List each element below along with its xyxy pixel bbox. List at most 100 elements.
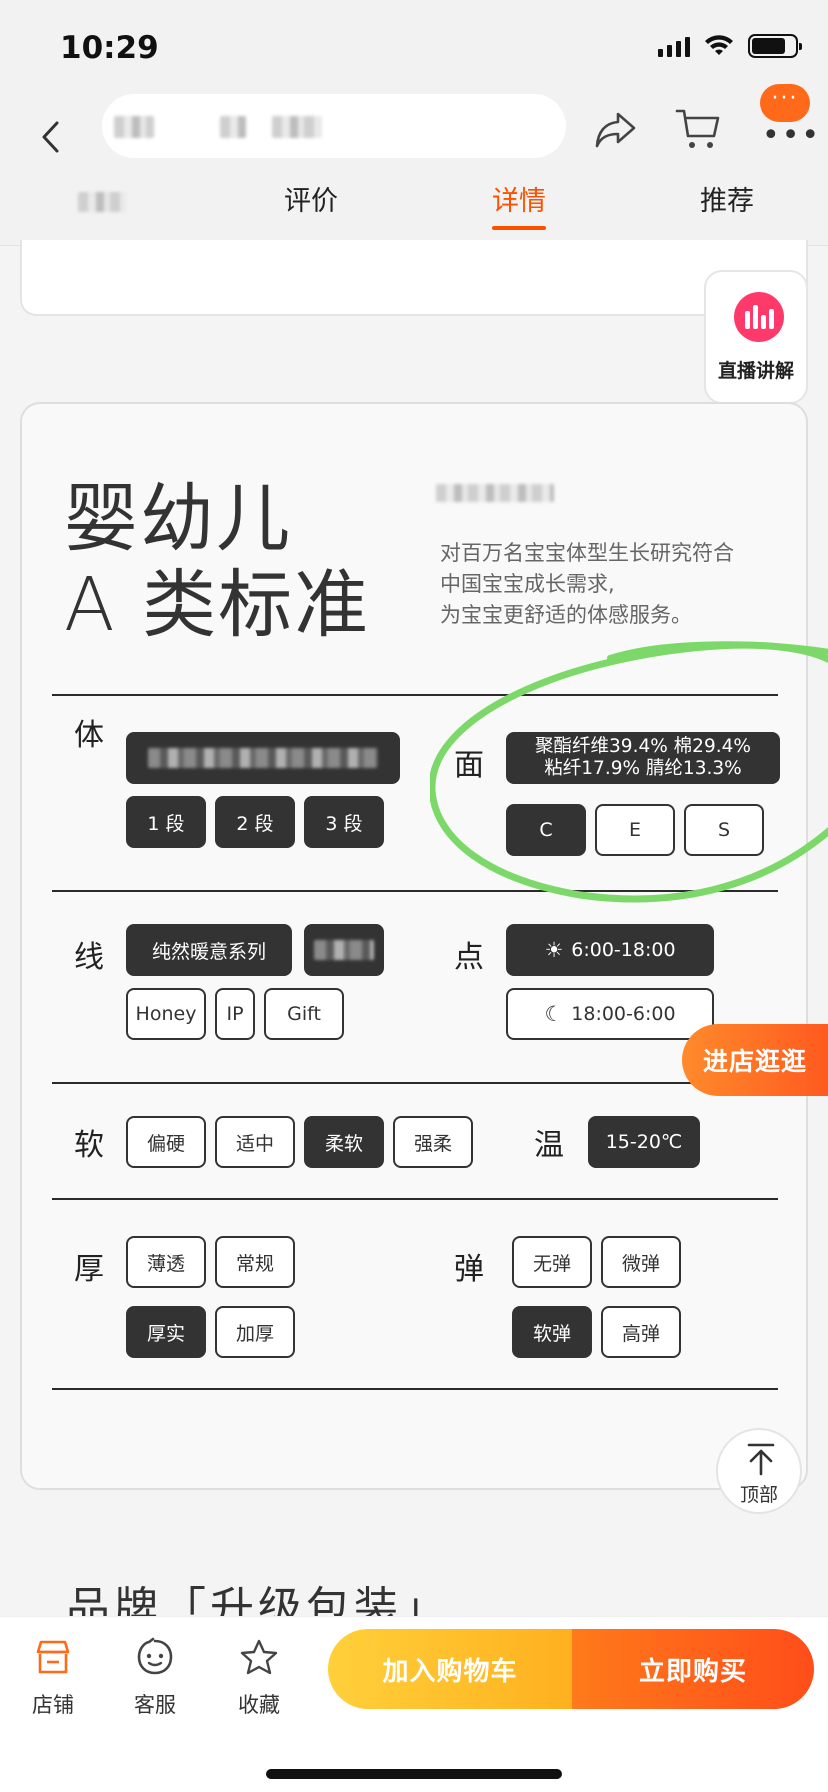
chip-label: 无弹	[532, 1252, 571, 1275]
star-icon	[240, 1639, 278, 1675]
stage-1-chip[interactable]: 1 段	[126, 796, 206, 848]
visit-store-button[interactable]: 进店逛逛	[682, 1024, 828, 1096]
redacted-text	[148, 748, 378, 768]
fabric-option-s[interactable]: S	[684, 804, 764, 856]
bottom-action-bar: 店铺 客服 收藏 加入购物车 立即购买	[0, 1616, 828, 1792]
chip-label: 偏硬	[146, 1132, 185, 1155]
back-to-top-button[interactable]: 顶部	[716, 1428, 802, 1514]
title-line: A 类标准	[64, 562, 371, 648]
home-indicator	[266, 1769, 562, 1779]
elasticity-option-high[interactable]: 高弹	[601, 1306, 681, 1358]
title-line: 婴幼儿	[64, 476, 292, 562]
arrow-up-icon	[747, 1443, 775, 1476]
fabric-label: 面	[454, 748, 484, 783]
elasticity-option-none[interactable]: 无弹	[512, 1236, 592, 1288]
line-option-ip[interactable]: IP	[215, 988, 255, 1040]
elasticity-option-slight[interactable]: 微弹	[601, 1236, 681, 1288]
standard-title: 婴幼儿 A 类标准	[64, 476, 370, 648]
status-icons	[658, 34, 802, 58]
status-bar: 10:29	[0, 0, 828, 92]
message-badge: ···	[760, 84, 810, 122]
battery-icon	[748, 34, 802, 58]
standard-description: 对百万名宝宝体型生长研究符合 中国宝宝成长需求, 为宝宝更舒适的体感服务。	[440, 538, 800, 631]
chat-face-icon	[137, 1637, 173, 1675]
series-chip[interactable]: 纯然暖意系列	[126, 924, 292, 976]
more-button[interactable]: ··· •••	[754, 84, 822, 164]
chip-label: Gift	[287, 1003, 321, 1025]
chip-label: 强柔	[413, 1132, 452, 1155]
nighttime-chip[interactable]: ☾ 18:00-6:00	[506, 988, 714, 1040]
chip-label: 厚实	[146, 1322, 185, 1345]
chip-label: 加厚	[235, 1322, 274, 1345]
description-line: 为宝宝更舒适的体感服务。	[440, 603, 692, 627]
tab-recommend[interactable]: 推荐	[700, 182, 754, 238]
description-line: 中国宝宝成长需求,	[440, 572, 615, 596]
softness-option-extra-soft[interactable]: 强柔	[393, 1116, 473, 1168]
wifi-icon	[705, 35, 733, 55]
more-icon: •••	[762, 118, 822, 153]
customer-service-label: 客服	[134, 1693, 176, 1717]
fabric-composition-line: 聚酯纤维39.4% 棉29.4%	[535, 736, 751, 757]
active-tab-indicator	[492, 226, 546, 230]
chip-label: 15-20℃	[605, 1131, 683, 1153]
divider	[52, 1198, 778, 1200]
search-input[interactable]	[102, 94, 566, 158]
thickness-option-thin[interactable]: 薄透	[126, 1236, 206, 1288]
line-option-gift[interactable]: Gift	[264, 988, 344, 1040]
redacted-text	[272, 116, 322, 138]
chip-label: 6:00-18:00	[571, 939, 676, 961]
chip-label: Honey	[135, 1003, 197, 1025]
elasticity-option-soft[interactable]: 软弹	[512, 1306, 592, 1358]
chip-label: 薄透	[146, 1252, 185, 1275]
tab-product[interactable]	[78, 182, 130, 238]
thickness-option-regular[interactable]: 常规	[215, 1236, 295, 1288]
previous-section-card	[20, 240, 808, 316]
line-label: 线	[74, 940, 104, 975]
stage-3-chip[interactable]: 3 段	[304, 796, 384, 848]
chip-label: 柔软	[324, 1132, 363, 1155]
favorite-button[interactable]: 收藏	[224, 1637, 294, 1719]
elasticity-label: 弹	[454, 1252, 484, 1287]
fabric-option-c[interactable]: C	[506, 804, 586, 856]
tab-label: 详情	[492, 186, 546, 217]
softness-label: 软	[74, 1128, 104, 1163]
tab-reviews[interactable]: 评价	[284, 182, 338, 238]
redacted-text	[436, 484, 554, 502]
chip-label: IP	[226, 1003, 244, 1025]
softness-option-hard[interactable]: 偏硬	[126, 1116, 206, 1168]
redacted-text	[78, 192, 126, 212]
fabric-composition-chip[interactable]: 聚酯纤维39.4% 棉29.4% 粘纤17.9% 腈纶13.3%	[506, 732, 780, 784]
share-button[interactable]	[592, 108, 640, 152]
series-extra-chip[interactable]	[304, 924, 384, 976]
customer-service-button[interactable]: 客服	[120, 1637, 190, 1719]
store-button[interactable]: 店铺	[18, 1637, 88, 1719]
add-to-cart-button[interactable]: 加入购物车	[328, 1629, 572, 1709]
chip-label: 纯然暖意系列	[151, 940, 266, 963]
sun-icon: ☀	[544, 938, 564, 962]
cart-button[interactable]	[674, 106, 722, 152]
redacted-text	[114, 116, 154, 138]
daytime-chip[interactable]: ☀ 6:00-18:00	[506, 924, 714, 976]
stage-2-chip[interactable]: 2 段	[215, 796, 295, 848]
thickness-option-extra-thick[interactable]: 加厚	[215, 1306, 295, 1358]
back-button[interactable]	[28, 112, 72, 162]
live-explain-button[interactable]: 直播讲解	[704, 270, 808, 404]
chevron-left-icon	[42, 121, 59, 153]
tab-label: 推荐	[700, 186, 754, 217]
divider	[52, 1082, 778, 1084]
body-size-chip[interactable]	[126, 732, 400, 784]
line-option-honey[interactable]: Honey	[126, 988, 206, 1040]
softness-option-medium[interactable]: 适中	[215, 1116, 295, 1168]
temperature-chip[interactable]: 15-20℃	[588, 1116, 700, 1168]
chip-label: 18:00-6:00	[571, 1003, 676, 1025]
tab-label: 评价	[284, 186, 338, 217]
thickness-option-thick[interactable]: 厚实	[126, 1306, 206, 1358]
fabric-option-e[interactable]: E	[595, 804, 675, 856]
chip-label: 高弹	[621, 1322, 660, 1345]
softness-option-soft[interactable]: 柔软	[304, 1116, 384, 1168]
chip-label: 软弹	[532, 1322, 571, 1345]
temperature-label: 温	[534, 1128, 564, 1163]
buy-now-button[interactable]: 立即购买	[572, 1629, 814, 1709]
thickness-label: 厚	[74, 1252, 104, 1287]
tab-details[interactable]: 详情	[492, 182, 546, 238]
